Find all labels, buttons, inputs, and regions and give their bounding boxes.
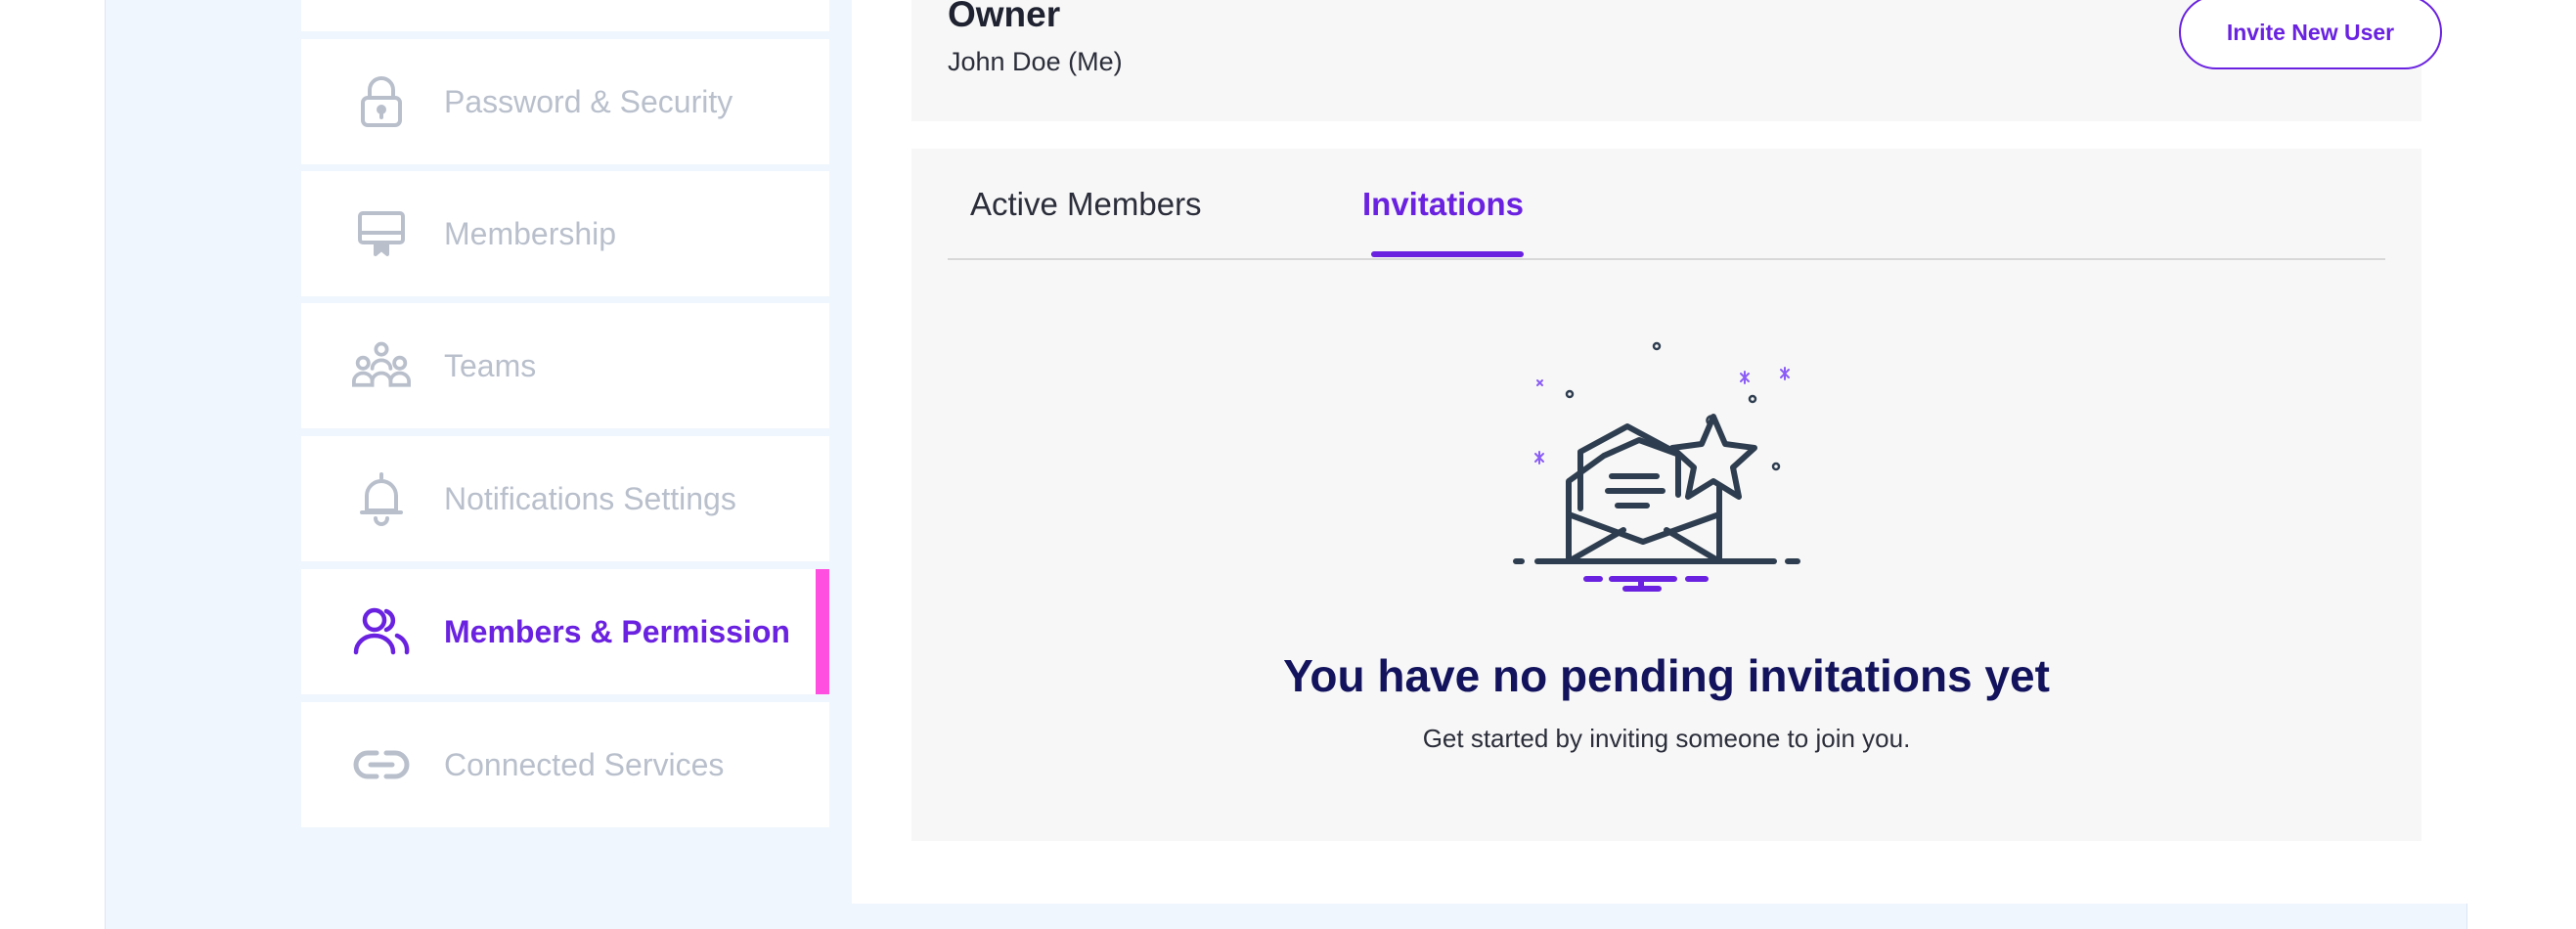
- sidebar-item-label: Connected Services: [444, 746, 725, 782]
- sidebar-item-label: Members & Permission: [444, 613, 790, 649]
- sidebar-item-connected-services[interactable]: Connected Services: [301, 702, 829, 827]
- sidebar-item-label: Notifications Settings: [444, 480, 736, 516]
- membership-card-icon: [352, 204, 411, 263]
- sidebar-item-notifications-settings[interactable]: Notifications Settings: [301, 436, 829, 561]
- users-icon: [352, 602, 411, 661]
- empty-state-title: You have no pending invitations yet: [1283, 650, 2050, 701]
- members-card: Active Members Invitations You have no p…: [911, 149, 2421, 841]
- sidebar-item-label: Teams: [444, 347, 537, 383]
- sidebar-item-teams[interactable]: Teams: [301, 303, 829, 428]
- app-frame: Password & Security Membership Teams Not…: [105, 0, 2480, 929]
- active-indicator: [816, 569, 829, 694]
- sidebar-item-previous[interactable]: [301, 0, 829, 31]
- owner-card: Owner John Doe (Me) Invite New User: [911, 0, 2442, 121]
- bell-icon: [352, 469, 411, 528]
- tab-active-members[interactable]: Active Members: [970, 149, 1202, 260]
- sidebar-item-password-security[interactable]: Password & Security: [301, 39, 829, 164]
- sidebar-item-label: Membership: [444, 215, 617, 251]
- main-panel: Owner John Doe (Me) Invite New User Acti…: [852, 0, 2480, 904]
- link-icon: [352, 735, 411, 794]
- member-tabs: Active Members Invitations: [948, 149, 2385, 260]
- sidebar-item-membership[interactable]: Membership: [301, 171, 829, 296]
- empty-state-subtitle: Get started by inviting someone to join …: [1422, 724, 1911, 753]
- open-envelope-star-icon: [1498, 334, 1870, 628]
- invite-new-user-button[interactable]: Invite New User: [2179, 0, 2442, 69]
- sidebar-item-members-permission[interactable]: Members & Permission: [301, 569, 829, 694]
- owner-name: John Doe (Me): [948, 47, 1123, 76]
- owner-title: Owner: [948, 0, 1061, 34]
- sidebar-item-label: Password & Security: [444, 83, 733, 119]
- teams-icon: [352, 336, 411, 395]
- lock-icon: [352, 72, 411, 131]
- active-tab-underline: [1371, 251, 1524, 257]
- tab-invitations[interactable]: Invitations: [1362, 149, 1524, 260]
